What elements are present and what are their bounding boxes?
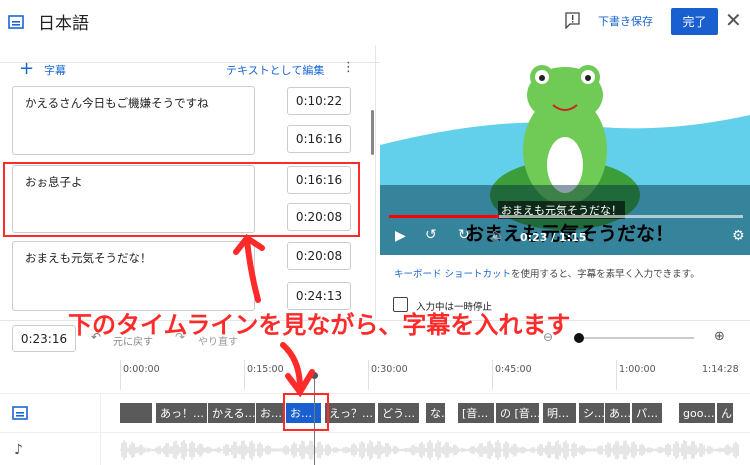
forward-10-icon[interactable]: ↻ — [458, 227, 470, 243]
tick-label: 0:45:00 — [495, 364, 532, 375]
subtitle-track-icon — [12, 406, 28, 420]
audio-waveform — [120, 440, 739, 460]
subtitles-icon — [8, 15, 24, 29]
video-player[interactable]: おまえも元気そうだな！ おまえも元気そうだな！ ▶ ↺ ↻ 🔈 0:23 / 1… — [380, 45, 750, 255]
play-icon[interactable]: ▶ — [395, 228, 406, 244]
annotation-box-segment — [283, 393, 329, 431]
tick-label: 1:00:00 — [619, 364, 656, 375]
caption-segment[interactable]: かえる… — [208, 403, 255, 423]
current-time-input[interactable]: 0:23:16 — [12, 325, 76, 352]
caption-start-time[interactable]: 0:20:08 — [287, 242, 351, 270]
caption-segment[interactable]: えっ？… — [325, 403, 375, 423]
caption-segment[interactable]: [音… — [458, 403, 494, 423]
caption-end-time[interactable]: 0:16:16 — [287, 125, 351, 153]
feedback-icon[interactable] — [565, 12, 580, 29]
tick-label: 0:15:00 — [247, 364, 284, 375]
caption-text-input[interactable]: かえるさん今日もご機嫌そうですね — [12, 86, 255, 155]
caption-segment[interactable] — [120, 403, 152, 423]
caption-segment[interactable]: な… — [426, 403, 445, 423]
track-header-divider — [100, 394, 101, 465]
edit-as-text-button[interactable]: テキストとして編集 — [226, 62, 324, 78]
annotation-box-caption — [3, 162, 360, 237]
close-icon[interactable]: ✕ — [725, 8, 742, 32]
settings-icon[interactable]: ⚙ — [732, 228, 745, 244]
volume-icon[interactable]: 🔈 — [490, 228, 505, 242]
scrollbar[interactable] — [371, 110, 374, 155]
more-options-icon[interactable]: ⋮ — [342, 60, 355, 75]
caption-segment[interactable]: 明… — [543, 403, 576, 423]
caption-start-time[interactable]: 0:10:22 — [287, 87, 351, 115]
caption-segment[interactable]: あ… — [605, 403, 630, 423]
caption-segment[interactable]: お… — [256, 403, 284, 423]
caption-text-input[interactable]: おまえも元気そうだな！ — [12, 241, 255, 311]
keyboard-shortcuts-link[interactable]: キーボード ショートカット — [394, 269, 511, 280]
add-caption-button[interactable]: 字幕 — [44, 62, 66, 78]
progress-bar[interactable] — [389, 215, 743, 218]
done-button[interactable]: 完了 — [671, 8, 718, 35]
tick-label: 0:30:00 — [371, 364, 408, 375]
rewind-10-icon[interactable]: ↺ — [425, 227, 437, 243]
caption-segment[interactable]: シ… — [579, 403, 604, 423]
track-divider — [0, 393, 750, 394]
caption-segment[interactable]: どう… — [378, 403, 419, 423]
tick-label: 1:14:28 — [702, 364, 739, 375]
playhead-handle[interactable] — [311, 372, 318, 379]
track-divider — [0, 432, 750, 433]
save-draft-button[interactable]: 下書き保存 — [598, 13, 653, 29]
caption-segment[interactable]: の [音… — [496, 403, 539, 423]
plus-icon[interactable]: + — [19, 58, 34, 79]
progress-fill — [389, 215, 499, 218]
tick-label: 0:00:00 — [123, 364, 160, 375]
annotation-text: 下のタイムラインを見ながら、字幕を入れます — [68, 311, 571, 339]
audio-track-icon: ♪ — [14, 442, 23, 458]
zoom-slider[interactable] — [578, 337, 694, 339]
zoom-in-icon[interactable]: ⊕ — [714, 329, 725, 344]
video-time: 0:23 / 1:15 — [520, 231, 587, 244]
panel-divider — [375, 45, 376, 320]
zoom-slider-handle[interactable] — [574, 333, 584, 343]
caption-segment[interactable]: パ… — [632, 403, 662, 423]
caption-segment[interactable]: goo… — [679, 403, 715, 423]
shortcut-hint: キーボード ショートカットを使用すると、字幕を素早く入力できます。 — [394, 269, 700, 280]
page-title: 日本語 — [38, 14, 89, 34]
caption-segment[interactable]: あっ！… — [156, 403, 207, 423]
caption-segment[interactable]: ん — [717, 403, 733, 423]
